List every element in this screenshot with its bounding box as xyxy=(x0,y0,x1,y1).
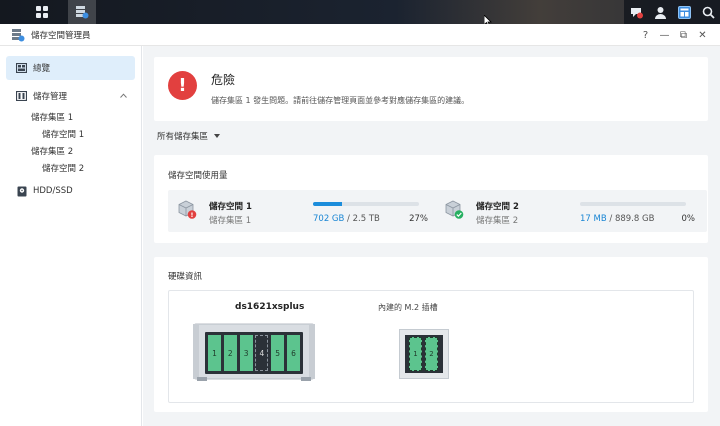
volume-percent: 27% xyxy=(409,214,428,224)
window-controls: ? — ⧉ ✕ xyxy=(636,26,712,44)
storage-manager-icon xyxy=(16,91,27,102)
volume-used: 702 GB / 2.5 TB xyxy=(313,214,380,224)
storage-manager-window: 儲存空間管理員 ? — ⧉ ✕ 總覽 儲存管理 儲存集區 1 儲存空間 1 儲存… xyxy=(0,24,720,426)
svg-text:!: ! xyxy=(191,211,194,219)
sidebar-item-volume-2[interactable]: 儲存空間 2 xyxy=(0,159,141,176)
drive-info-panel: ds1621xsplus 內建的 M.2 插槽 123456 1 2 xyxy=(168,290,694,403)
user-icon[interactable] xyxy=(648,0,672,24)
sidebar: 總覽 儲存管理 儲存集區 1 儲存空間 1 儲存集區 2 儲存空間 2 HDD/… xyxy=(0,46,142,426)
sidebar-item-storage-pool-2[interactable]: 儲存集區 2 xyxy=(0,142,141,159)
search-icon[interactable] xyxy=(696,0,720,24)
drive-info-title: 硬碟資訊 xyxy=(168,272,203,282)
drive-bay-empty[interactable]: 4 xyxy=(255,335,269,371)
notification-icon[interactable] xyxy=(624,0,648,24)
sidebar-item-volume-1[interactable]: 儲存空間 1 xyxy=(0,125,141,142)
drive-bay[interactable]: 5 xyxy=(271,335,285,371)
storage-manager-app-icon xyxy=(11,28,25,42)
sidebar-item-label: 總覽 xyxy=(33,64,51,74)
drive-info-card: 硬碟資訊 ds1621xsplus 內建的 M.2 插槽 123456 1 2 xyxy=(154,257,708,412)
danger-icon: ! xyxy=(168,71,197,100)
main-content: ! 危險 儲存集區 1 發生問題。請前往儲存管理頁面並參考對應儲存集區的建議。 … xyxy=(143,46,720,426)
window-title: 儲存空間管理員 xyxy=(31,30,91,41)
maximize-button[interactable]: ⧉ xyxy=(674,26,693,44)
volume-usage-card: 儲存空間使用量 ! 儲存空間 1 儲存集區 1 702 GB / 2.5 TB … xyxy=(154,155,708,243)
overview-icon xyxy=(16,63,27,74)
taskbar xyxy=(0,0,720,24)
volume-icon xyxy=(445,200,464,220)
m2-slot[interactable]: 1 xyxy=(409,337,422,371)
device-model: ds1621xsplus xyxy=(235,302,305,312)
m2-slot-label: 內建的 M.2 插槽 xyxy=(378,303,438,312)
health-status-card: ! 危險 儲存集區 1 發生問題。請前往儲存管理頁面並參考對應儲存集區的建議。 xyxy=(154,57,708,121)
usage-bar-fill xyxy=(313,202,342,206)
volume-usage-item[interactable]: ! 儲存空間 1 儲存集區 1 702 GB / 2.5 TB 27% xyxy=(168,190,440,232)
widgets-icon[interactable] xyxy=(672,0,696,24)
sidebar-item-hdd-ssd[interactable]: HDD/SSD xyxy=(6,179,135,203)
close-button[interactable]: ✕ xyxy=(693,26,712,44)
volume-pool: 儲存集區 1 xyxy=(209,216,252,226)
minimize-button[interactable]: — xyxy=(655,26,674,44)
caret-down-icon xyxy=(214,134,221,138)
storage-pool-filter-dropdown[interactable]: 所有儲存集區 xyxy=(157,129,221,143)
storage-manager-taskbar-icon[interactable] xyxy=(68,0,96,24)
sidebar-item-overview[interactable]: 總覽 xyxy=(6,56,135,80)
sidebar-item-storage-pool-1[interactable]: 儲存集區 1 xyxy=(0,108,141,125)
help-button[interactable]: ? xyxy=(636,26,655,44)
drive-bay[interactable]: 1 xyxy=(208,335,221,371)
main-menu-icon[interactable] xyxy=(28,0,56,24)
sidebar-item-label: 儲存管理 xyxy=(33,92,68,102)
volume-name: 儲存空間 2 xyxy=(476,202,519,212)
chevron-up-icon[interactable] xyxy=(120,91,127,101)
m2-slots: 12 xyxy=(409,337,439,371)
volume-percent: 0% xyxy=(681,214,696,224)
volume-icon: ! xyxy=(178,200,197,220)
volume-used: 17 MB / 889.8 GB xyxy=(580,214,655,224)
health-status-message: 儲存集區 1 發生問題。請前往儲存管理頁面並參考對應儲存集區的建議。 xyxy=(211,96,470,105)
drive-bay[interactable]: 2 xyxy=(223,335,237,371)
window-titlebar[interactable]: 儲存空間管理員 ? — ⧉ ✕ xyxy=(0,24,720,46)
drive-bay[interactable]: 6 xyxy=(287,335,300,371)
volume-name: 儲存空間 1 xyxy=(209,202,252,212)
health-status-title: 危險 xyxy=(211,73,236,87)
drive-icon xyxy=(16,186,27,197)
sidebar-item-storage-manager[interactable]: 儲存管理 xyxy=(6,84,135,108)
sidebar-item-label: HDD/SSD xyxy=(33,186,73,196)
volume-pool: 儲存集區 2 xyxy=(476,216,519,226)
drive-bay[interactable]: 3 xyxy=(239,335,253,371)
volume-usage-item[interactable]: 儲存空間 2 儲存集區 2 17 MB / 889.8 GB 0% xyxy=(435,190,707,232)
filter-label: 所有儲存集區 xyxy=(157,132,209,142)
volume-usage-title: 儲存空間使用量 xyxy=(168,171,228,181)
usage-bar xyxy=(580,202,686,206)
m2-slot[interactable]: 2 xyxy=(425,337,438,371)
usage-bar xyxy=(313,202,419,206)
drive-bays: 123456 xyxy=(208,335,300,371)
taskbar-tray xyxy=(624,0,720,24)
